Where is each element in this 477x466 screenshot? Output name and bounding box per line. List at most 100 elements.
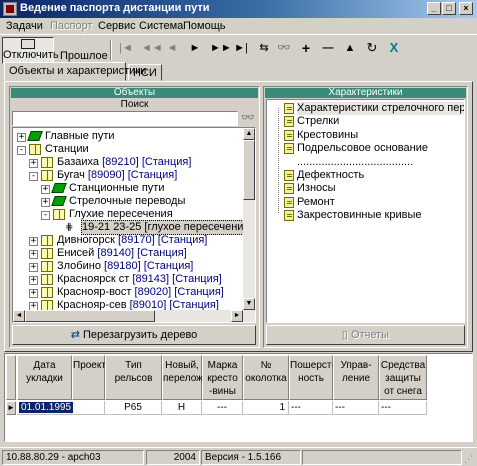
tree-node[interactable]: + Стрелочные переводы — [13, 195, 242, 208]
reload-tree-button[interactable]: ⇄ Перезагрузить дерево — [12, 325, 256, 345]
tree-node[interactable]: + Злобино [89180] [Станция] — [13, 260, 242, 273]
menu-tasks[interactable]: Задачи — [6, 20, 43, 32]
characteristic-item[interactable]: Стрелки — [297, 115, 339, 128]
menu-system[interactable]: Система — [139, 20, 183, 32]
grid-cell[interactable]: Н — [162, 401, 202, 415]
tree-node-type: [Станция] — [127, 169, 178, 181]
disconnect-button[interactable]: Отключить — [2, 37, 59, 64]
characteristic-item[interactable]: Дефектность — [297, 169, 364, 182]
tree-node[interactable]: ⋕ 19-21 23-25 [глухое пересечение] — [13, 220, 255, 235]
tree-scrollbar[interactable]: ▲ ▼ — [243, 128, 255, 322]
maximize-button[interactable]: □ — [442, 2, 456, 15]
objects-tree[interactable]: + Главные пути - Станции + Базаиха [89210] [С… — [12, 127, 256, 323]
scroll-left-button[interactable]: ◄ — [13, 310, 25, 322]
characteristic-item[interactable]: Подрельсовое основание — [297, 142, 428, 155]
binoculars-icon[interactable]: 👓 — [240, 111, 256, 126]
prev-page-icon[interactable]: ◄◄ — [141, 40, 163, 56]
tree-node[interactable]: + Базаиха [89210] [Станция] — [13, 156, 242, 169]
hscroll-thumb[interactable] — [25, 310, 155, 322]
menu-passport[interactable]: Паспорт — [50, 20, 93, 32]
tree-node[interactable]: + Главные пути — [13, 130, 242, 143]
column-header[interactable]: Тип рельсов — [105, 355, 162, 400]
menu-help[interactable]: Помощь — [183, 20, 226, 32]
grid-cell[interactable]: 1 — [243, 401, 289, 415]
tab-objects-characteristics[interactable]: Объекты и характеристики — [4, 62, 146, 81]
collapse-icon[interactable]: - — [41, 211, 50, 220]
binoculars-icon[interactable]: 👓 — [276, 40, 292, 56]
characteristic-item[interactable]: Ремонт — [297, 196, 335, 209]
grid-cell[interactable] — [72, 401, 105, 415]
first-record-icon[interactable]: |◄ — [118, 40, 134, 56]
tree-node[interactable]: - Бугач [89090] [Станция] — [13, 169, 242, 182]
expand-icon[interactable]: + — [29, 276, 38, 285]
expand-icon[interactable]: + — [29, 289, 38, 298]
expand-icon[interactable]: + — [29, 237, 38, 246]
expand-icon[interactable]: + — [41, 185, 50, 194]
characteristic-item[interactable]: Характеристики стрелочного перевода — [297, 102, 464, 115]
expand-icon[interactable]: + — [17, 133, 26, 142]
delete-icon[interactable]: — — [320, 40, 336, 56]
tree-node-name: Злобино — [57, 260, 101, 272]
characteristic-item[interactable]: Крестовины — [297, 129, 358, 142]
reports-button[interactable]: ▯ Отчеты — [266, 325, 465, 345]
tree-node[interactable]: + Станционные пути — [13, 182, 242, 195]
characteristic-item[interactable]: Износы — [297, 182, 336, 195]
expand-icon[interactable]: + — [29, 250, 38, 259]
grid-cell[interactable]: Р65 — [105, 401, 162, 415]
book-icon — [41, 170, 53, 181]
tree-node[interactable]: + Красноярск ст [89143] [Станция] — [13, 273, 242, 286]
expand-icon[interactable]: + — [41, 198, 50, 207]
app-icon[interactable] — [3, 2, 17, 16]
tree-node[interactable]: + Краснояр-вост [89020] [Станция] — [13, 286, 242, 299]
next-record-icon[interactable]: ► — [187, 40, 203, 56]
tree-node[interactable]: - Станции — [13, 143, 242, 156]
add-icon[interactable]: + — [298, 40, 314, 56]
grid-cell[interactable]: --- — [333, 401, 379, 415]
sort-icon[interactable]: ⇆ — [256, 40, 272, 56]
passport-grid[interactable]: Дата укладки Проект Тип рельсов Новый, пере… — [4, 353, 473, 442]
column-header[interactable]: Средства защиты от снега — [379, 355, 427, 400]
next-page-icon[interactable]: ►► — [210, 40, 232, 56]
collapse-icon[interactable]: - — [29, 172, 38, 181]
scroll-right-button[interactable]: ► — [231, 310, 243, 322]
minimize-button[interactable]: _ — [427, 2, 441, 15]
search-input[interactable] — [12, 111, 238, 126]
tree-node[interactable]: + Дивногорск [89170] [Станция] — [13, 234, 242, 247]
refresh-icon[interactable]: ↻ — [364, 40, 380, 56]
size-grip[interactable]: ⋰ — [464, 454, 474, 464]
title-bar[interactable]: Ведение паспорта дистанции пути _ □ × — [0, 0, 477, 18]
last-record-icon[interactable]: ►| — [233, 40, 249, 56]
grid-cell[interactable]: --- — [289, 401, 333, 415]
tree-hscrollbar[interactable]: ◄ ► — [13, 310, 255, 322]
prev-record-icon[interactable]: ◄ — [164, 40, 180, 56]
column-header[interactable]: Марка кресто -вины — [202, 355, 243, 400]
column-header[interactable]: Проект — [72, 355, 106, 400]
tree-node-name: Бугач — [57, 169, 85, 181]
tree-node-label: Енисей [89140] [Станция] — [57, 247, 187, 260]
close-button[interactable]: × — [459, 2, 473, 15]
grid-cell[interactable]: 01.01.1995 — [17, 401, 74, 415]
grid-cell[interactable]: --- — [379, 401, 427, 415]
expand-icon[interactable]: + — [29, 159, 38, 168]
scroll-down-button[interactable]: ▼ — [243, 298, 255, 310]
column-header[interactable]: № околотка — [243, 355, 289, 400]
scroll-thumb[interactable] — [243, 140, 255, 200]
column-header[interactable]: Управ- ление — [333, 355, 379, 400]
column-header[interactable]: Дата укладки — [17, 355, 72, 400]
scroll-up-button[interactable]: ▲ — [243, 128, 255, 140]
tree-node[interactable]: + Енисей [89140] [Станция] — [13, 247, 242, 260]
expand-icon[interactable]: + — [29, 263, 38, 272]
characteristics-list[interactable]: Характеристики стрелочного переводаСтрел… — [266, 99, 465, 323]
column-header[interactable]: Пошерст- ность — [289, 355, 335, 400]
post-icon[interactable]: ▲ — [342, 40, 358, 56]
characteristic-item[interactable]: Закрестовинные кривые — [297, 209, 422, 222]
collapse-icon[interactable]: - — [17, 146, 26, 155]
grid-cell[interactable]: --- — [202, 401, 243, 415]
tree-node-name: Енисей — [57, 247, 95, 259]
excel-icon[interactable]: X — [386, 40, 402, 56]
menu-service[interactable]: Сервис — [98, 20, 136, 32]
tree-node-type: [глухое пересечение] — [144, 221, 253, 233]
tree-node-name: Станции — [45, 143, 89, 155]
past-button[interactable]: Прошлое — [60, 37, 108, 64]
column-header[interactable]: Новый, переложенный — [162, 355, 232, 400]
